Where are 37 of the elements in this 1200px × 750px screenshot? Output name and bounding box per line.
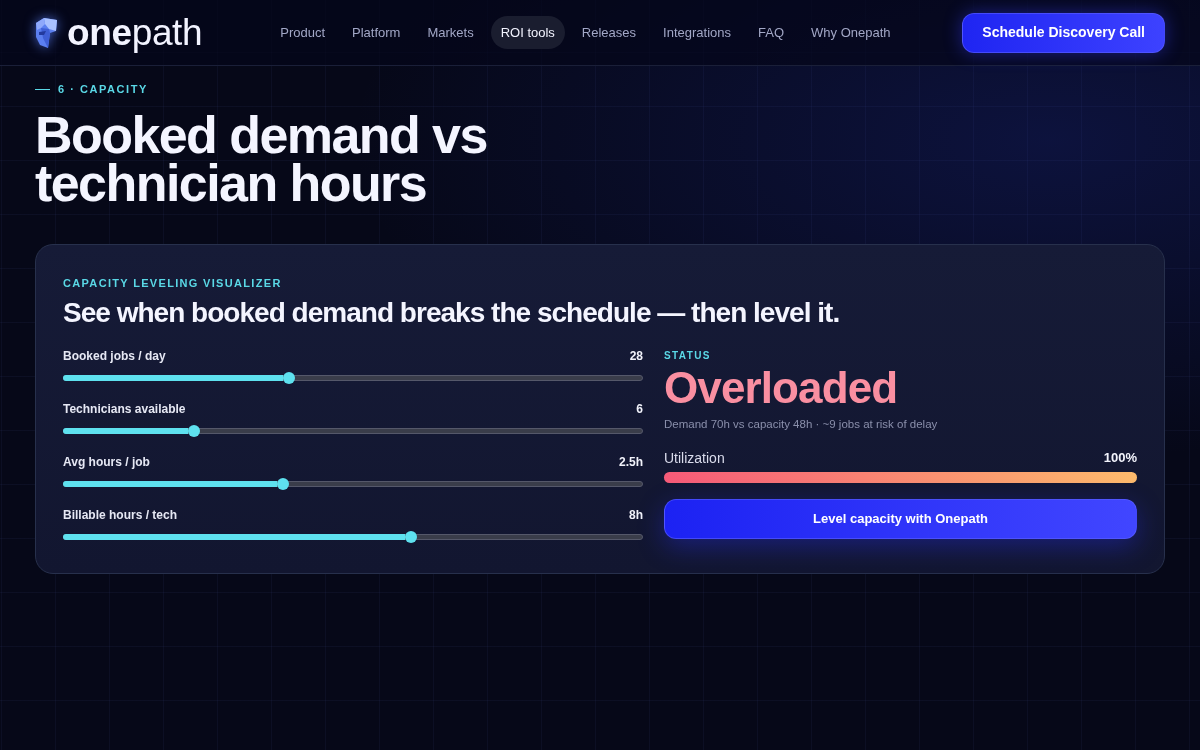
slider-thumb[interactable]: [277, 478, 290, 490]
section-eyebrow: 6 · CAPACITY: [58, 82, 148, 97]
slider-value: 28: [629, 348, 643, 364]
slider-label: Billable hours / tech: [63, 507, 178, 523]
utilization-reading: 100%: [1103, 449, 1137, 468]
nav-link[interactable]: Integrations: [653, 15, 741, 50]
nav-link[interactable]: Markets: [417, 15, 484, 50]
slider-label: Booked jobs / day: [63, 348, 166, 364]
nav-link[interactable]: FAQ: [748, 15, 794, 50]
nav-link[interactable]: ROI tools: [490, 15, 565, 50]
level-capacity-button[interactable]: Level capacity with Onepath: [664, 499, 1137, 539]
nav-link[interactable]: Releases: [571, 15, 647, 50]
status-label: STATUS: [664, 349, 712, 363]
slider-track[interactable]: [63, 372, 643, 384]
utilization-label: Utilization: [664, 448, 725, 468]
logo-wordmark[interactable]: onepath: [67, 14, 203, 51]
slider-track[interactable]: [63, 478, 643, 490]
status-detail: Demand 70h vs capacity 48h · ~9 jobs at risk of delay: [664, 417, 939, 432]
nav-link[interactable]: Platform: [342, 15, 411, 50]
nav-link[interactable]: Product: [270, 15, 336, 50]
nav-link[interactable]: Why Onepath: [801, 15, 901, 50]
slider-track[interactable]: [63, 531, 643, 543]
page-title: Booked demand vs technician hours: [35, 111, 488, 207]
slider-value: 6: [636, 401, 643, 417]
status-value: Overloaded: [664, 364, 899, 412]
slider-value: 8h: [629, 507, 643, 523]
card-eyebrow: CAPACITY LEVELING VISUALIZER: [63, 276, 283, 291]
slider-thumb[interactable]: [187, 425, 200, 437]
slider-track[interactable]: [63, 425, 643, 437]
slider-thumb[interactable]: [405, 531, 417, 543]
logo-icon: [35, 17, 57, 48]
slider-label: Technicians available: [63, 401, 186, 417]
slider-thumb[interactable]: [283, 372, 296, 384]
slider-value: 2.5h: [619, 454, 643, 470]
schedule-call-button[interactable]: Schedule Discovery Call: [962, 12, 1165, 53]
card-headline: See when booked demand breaks the schedule — then level it.: [63, 296, 841, 330]
slider-label: Avg hours / job: [63, 454, 150, 470]
